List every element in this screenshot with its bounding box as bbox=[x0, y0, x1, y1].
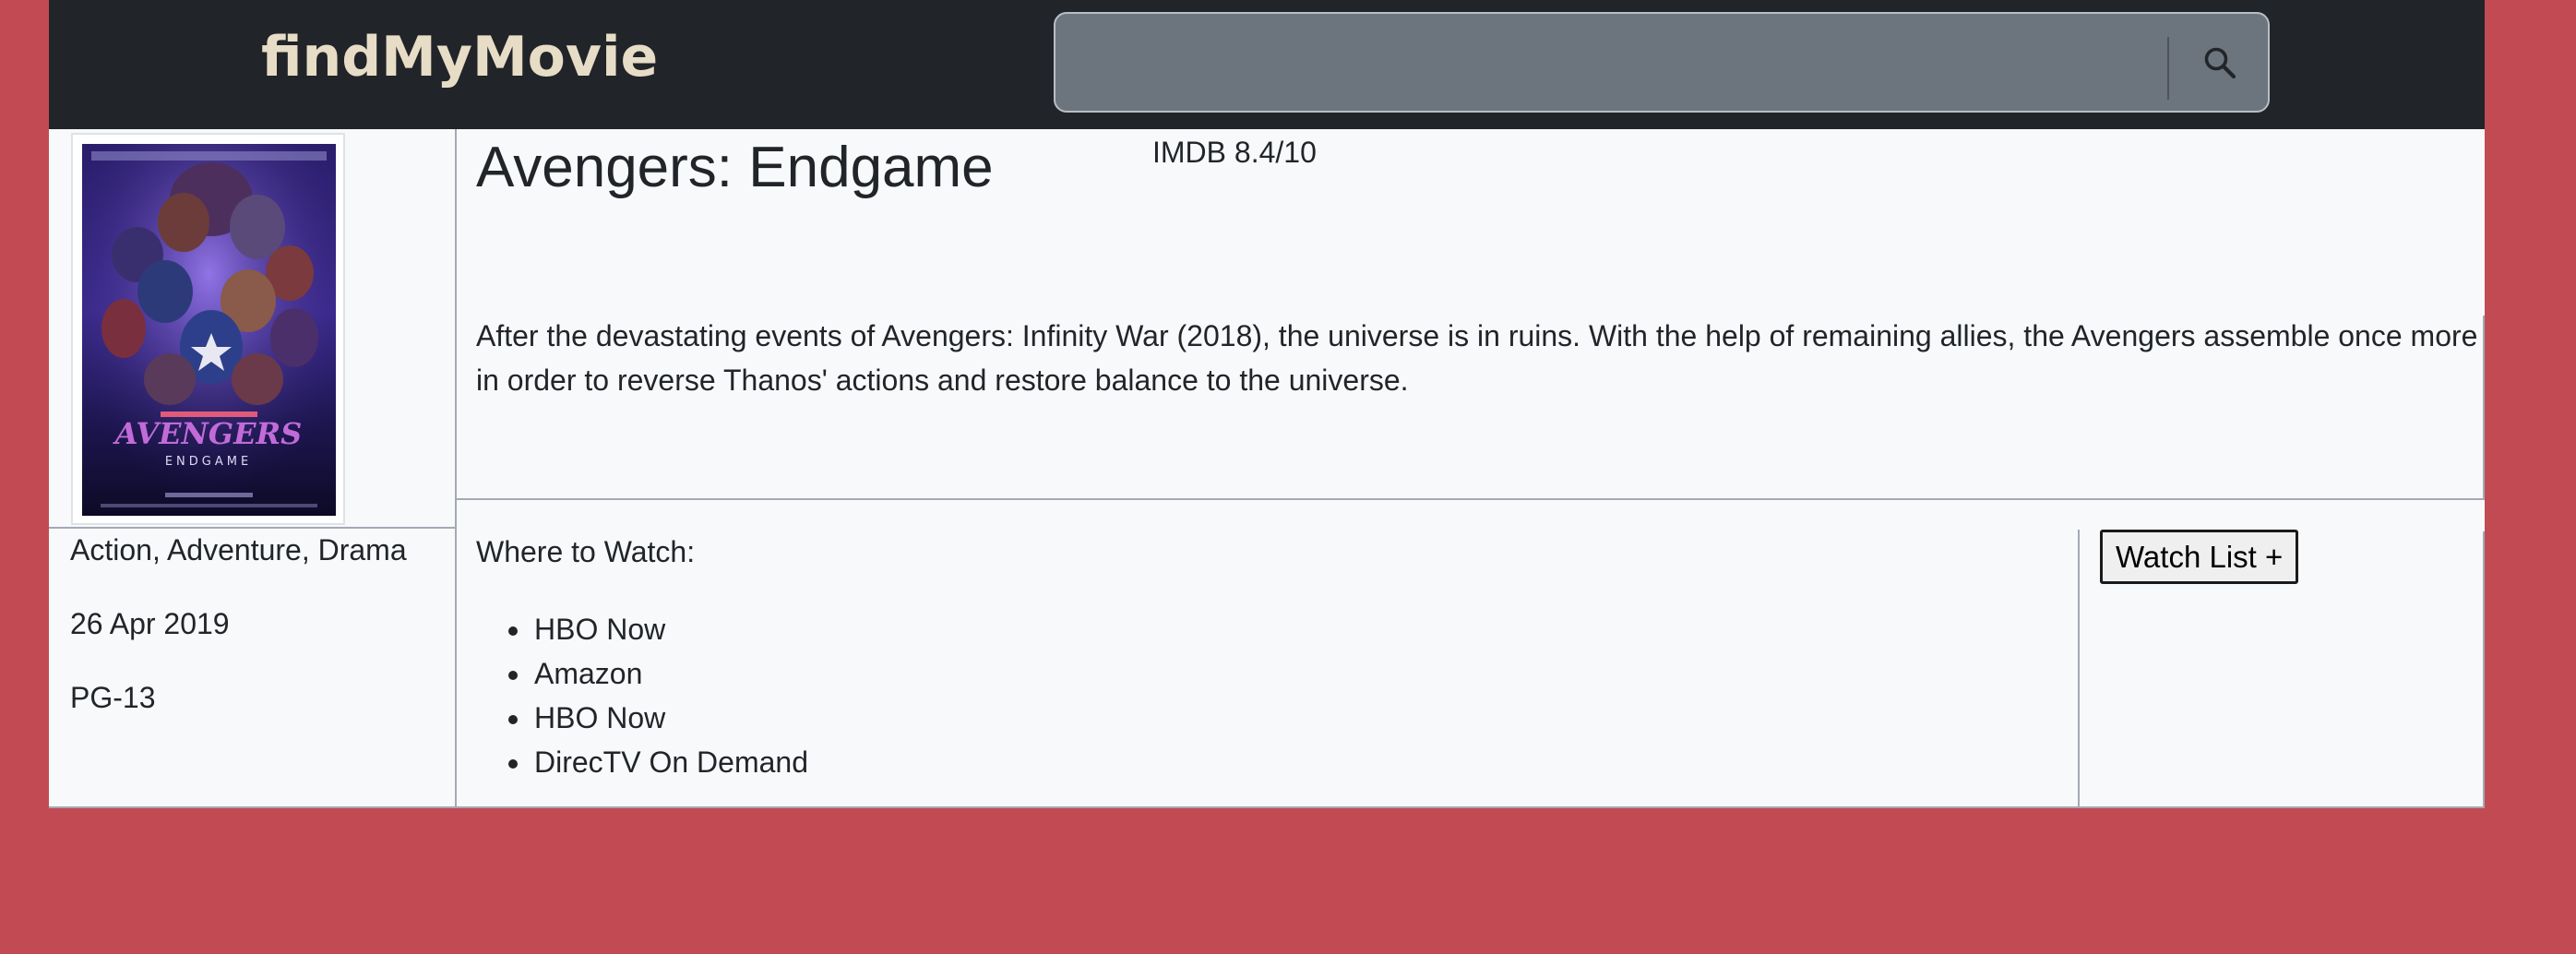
search-input[interactable] bbox=[1055, 14, 2163, 111]
page-container: findMyMovie AVENGERS ENDGAME Avengers: E… bbox=[49, 0, 2485, 808]
provider-list: HBO Now Amazon HBO Now DirecTV On Demand bbox=[476, 607, 808, 784]
movie-title: Avengers: Endgame bbox=[476, 136, 994, 199]
brand-logo[interactable]: findMyMovie bbox=[261, 24, 658, 90]
svg-text:AVENGERS: AVENGERS bbox=[113, 416, 302, 451]
search-divider bbox=[2167, 37, 2169, 100]
movie-meta: Action, Adventure, Drama 26 Apr 2019 PG-… bbox=[70, 531, 439, 753]
where-to-watch-label: Where to Watch: bbox=[476, 535, 696, 568]
column-divider bbox=[455, 129, 457, 808]
navbar: findMyMovie bbox=[49, 0, 2485, 129]
list-item: DirecTV On Demand bbox=[532, 740, 808, 784]
movie-genres: Action, Adventure, Drama bbox=[70, 533, 407, 566]
movie-poster: AVENGERS ENDGAME bbox=[71, 133, 345, 525]
movie-overview: After the devastating events of Avengers… bbox=[476, 319, 2478, 397]
watchlist-divider bbox=[2078, 530, 2080, 808]
list-item: HBO Now bbox=[532, 696, 808, 740]
release-date: 26 Apr 2019 bbox=[70, 607, 230, 640]
bottom-border bbox=[49, 806, 2485, 808]
right-border-top bbox=[2483, 316, 2485, 498]
certification: PG-13 bbox=[70, 681, 156, 714]
watch-list-button[interactable]: Watch List + bbox=[2100, 530, 2299, 584]
search-bar bbox=[1054, 12, 2270, 113]
svg-text:ENDGAME: ENDGAME bbox=[165, 455, 252, 469]
search-button[interactable] bbox=[2172, 14, 2268, 111]
list-item: HBO Now bbox=[532, 607, 808, 651]
poster-cell: AVENGERS ENDGAME bbox=[49, 129, 455, 529]
right-border-bottom bbox=[2483, 531, 2485, 808]
imdb-rating: IMDB 8.4/10 bbox=[1152, 136, 1317, 169]
movie-poster-image: AVENGERS ENDGAME bbox=[82, 144, 336, 516]
section-divider bbox=[457, 498, 2485, 500]
list-item: Amazon bbox=[532, 651, 808, 696]
search-icon bbox=[2204, 47, 2236, 78]
